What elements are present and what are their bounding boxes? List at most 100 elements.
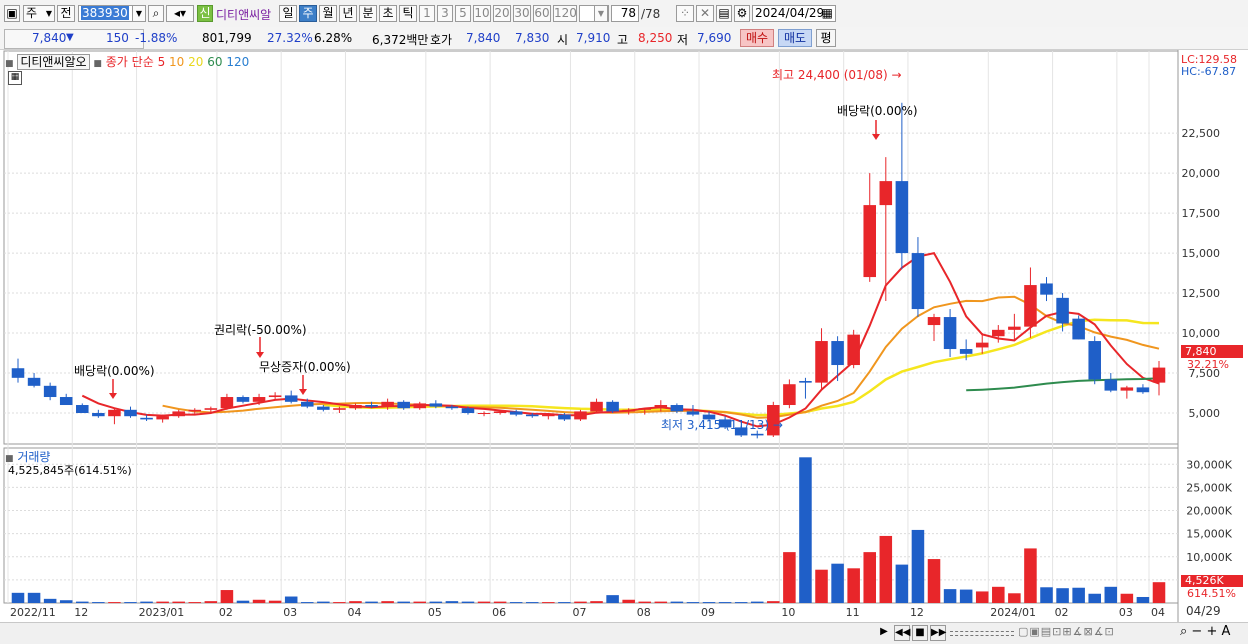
interval-3[interactable]: 3 (437, 5, 453, 22)
drawing-tools[interactable]: ▢▣▤⊡⊞∡⊠∡⊡ (1018, 625, 1115, 638)
down-arrow-icon: ▼ (66, 32, 74, 43)
save-icon[interactable]: ▤ (716, 5, 732, 22)
volume-bar (670, 601, 684, 603)
volume-bar (799, 457, 812, 603)
date-input[interactable]: 2024/04/29 ▦ (752, 5, 836, 22)
sound-icon[interactable]: ◂▾ (166, 5, 194, 22)
candle-body (606, 401, 619, 412)
volume-bar (108, 602, 121, 604)
volume-bar (911, 529, 925, 603)
volume-bar (188, 602, 202, 604)
candle-body (975, 342, 989, 348)
period-year[interactable]: 년 (339, 5, 357, 22)
candle-body (1072, 318, 1085, 340)
period-minute[interactable]: 분 (359, 5, 377, 22)
candle-body (686, 411, 700, 415)
candle-body (284, 395, 298, 402)
annotation-low-text: 최저 3,415 (11/13) (661, 418, 770, 432)
zoom-out-icon[interactable]: − (1191, 624, 1202, 639)
candle-body (638, 408, 652, 410)
period-week[interactable]: 주 (299, 5, 317, 22)
candle-body (156, 416, 169, 420)
annotation-low: 최저 3,415 (11/13) → (661, 416, 783, 433)
volume-bar (140, 601, 153, 603)
volume-bars (11, 457, 1166, 604)
hc-label: HC:-67.87 (1181, 65, 1237, 78)
scroll-right-icon[interactable]: ▶ (878, 625, 890, 639)
chart-area[interactable]: 5,000 7,500 10,000 12,500 15,000 17,500 20,000… (0, 50, 1248, 630)
search-icon[interactable]: ⌕ (148, 5, 164, 22)
candle-body (365, 405, 378, 407)
period-day[interactable]: 일 (279, 5, 297, 22)
volume-bar (1104, 586, 1118, 603)
x-tick-label: 03 (283, 606, 297, 619)
prefix-button[interactable]: 전 (57, 5, 75, 22)
volume-bar (92, 602, 105, 604)
volume-bar (1088, 593, 1101, 603)
sell-button[interactable]: 매도 (778, 29, 812, 47)
date-value: 2024/04/29 (755, 6, 825, 20)
candles (11, 102, 1166, 439)
window-menu-icon[interactable]: ▣ (4, 5, 20, 22)
code-dropdown-icon[interactable]: ▼ (132, 5, 146, 22)
volume-tag: 4,526K (1181, 575, 1243, 587)
legend-ma120: 120 (226, 55, 250, 69)
table-icon[interactable]: ▦ (8, 71, 22, 85)
interval-1[interactable]: 1 (419, 5, 435, 22)
open-price: 7,910 (576, 31, 611, 45)
magnifier-icon[interactable]: ⌕ (1180, 624, 1187, 639)
price-chart[interactable]: 5,0007,50010,00012,50015,00017,50020,000… (0, 50, 1248, 630)
scrollbar-track[interactable] (950, 631, 1014, 636)
quote-bar: 7,840 ▼ 150 -1.88% 801,799 27.32% 6.28% … (0, 27, 1248, 50)
count-input[interactable]: 78 (611, 5, 639, 22)
dots-icon[interactable]: ⁘ (676, 5, 694, 22)
volume-bar (349, 601, 362, 603)
code-input[interactable]: 383930 (78, 5, 138, 22)
legend-bullet-2: ■ (93, 59, 102, 69)
gear-icon[interactable]: ⚙ (734, 5, 750, 22)
interval-10[interactable]: 10 (473, 5, 491, 22)
candle-body (76, 405, 89, 414)
interval-120[interactable]: 120 (553, 5, 577, 22)
grid (3, 50, 1179, 630)
candle-body (301, 401, 314, 407)
volume-bar (975, 591, 989, 603)
candle-body (622, 409, 635, 412)
font-size-icon[interactable]: A (1222, 624, 1231, 639)
period-month[interactable]: 월 (319, 5, 337, 22)
rewind-icon[interactable]: ◀◀ (894, 625, 910, 641)
eval-button[interactable]: 평 (816, 29, 836, 47)
candle-body (188, 409, 202, 412)
interval-dropdown-icon[interactable]: ▼ (594, 5, 608, 22)
candle-body (11, 368, 25, 378)
buy-button[interactable]: 매수 (740, 29, 774, 47)
candle-body (27, 377, 41, 386)
volume-bar (124, 602, 137, 604)
crosshair-icon[interactable]: ✕ (696, 5, 714, 22)
period-tick[interactable]: 틱 (399, 5, 417, 22)
interval-20[interactable]: 20 (493, 5, 511, 22)
interval-60[interactable]: 60 (533, 5, 551, 22)
stop-icon[interactable]: ■ (912, 625, 928, 641)
volume-bar (686, 602, 700, 604)
candle-body (911, 253, 925, 310)
candle-body (590, 401, 603, 412)
price-panel-frame (3, 50, 1179, 445)
ask-label: 호가 (430, 33, 453, 47)
market-select[interactable]: 주 ▼ (23, 5, 55, 22)
interval-30[interactable]: 30 (513, 5, 531, 22)
zoom-in-icon[interactable]: + (1206, 624, 1217, 639)
dividend-1-arrow-head (109, 393, 117, 399)
x-tick-label: 02 (219, 606, 233, 619)
zoom-tools: ⌕ − + A (1180, 624, 1230, 639)
x-tick-label: 12 (910, 606, 924, 619)
interval-5[interactable]: 5 (455, 5, 471, 22)
candle-body (525, 414, 539, 417)
legend-stock-name[interactable]: 디티앤씨알오 (17, 54, 90, 70)
candle-body (317, 406, 330, 410)
volume-bar (11, 592, 25, 603)
period-second[interactable]: 초 (379, 5, 397, 22)
volume-bar (1040, 587, 1053, 603)
candle-body (879, 181, 893, 206)
fast-forward-icon[interactable]: ▶▶ (930, 625, 946, 641)
